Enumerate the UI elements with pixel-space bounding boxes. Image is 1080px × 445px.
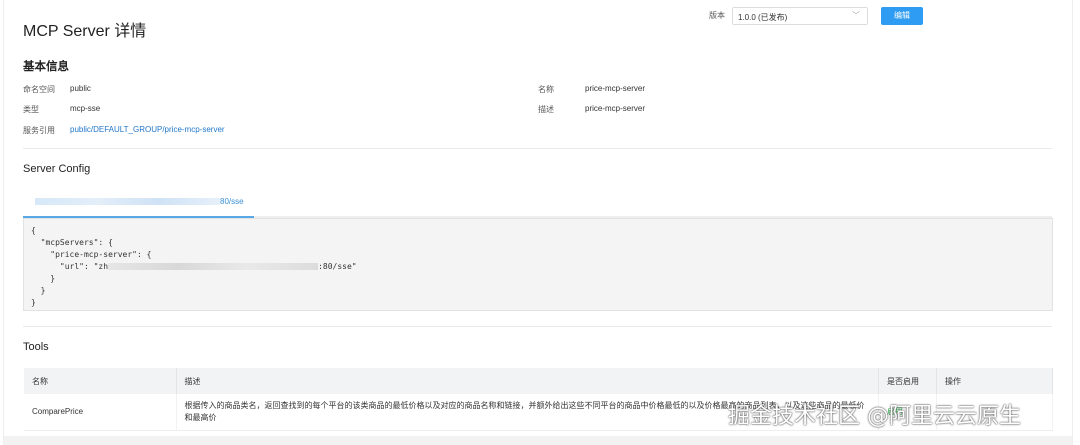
tab-sse-endpoint[interactable]: 80/sse (23, 190, 254, 218)
watermark: 掘金技术社区 @阿里云云原生 (728, 404, 1021, 429)
col-enabled: 是否启用 (878, 368, 937, 394)
config-code-block: { "mcpServers": { "price-mcp-server": { … (23, 218, 1053, 311)
divider (23, 326, 1052, 327)
namespace-value: public (70, 84, 91, 93)
service-ref-label: 服务引用 (23, 126, 55, 135)
name-label: 名称 (538, 85, 554, 94)
chevron-down-icon: ﹀ (852, 11, 860, 20)
col-name: 名称 (24, 368, 177, 394)
namespace-label: 命名空间 (23, 85, 55, 94)
col-description: 描述 (176, 368, 879, 394)
name-value: price-mcp-server (585, 84, 646, 93)
service-ref-link[interactable]: public/DEFAULT_GROUP/price-mcp-server (70, 125, 225, 134)
tool-name: ComparePrice (24, 394, 177, 431)
col-actions: 操作 (936, 368, 1053, 394)
type-value: mcp-sse (70, 104, 101, 113)
desc-label: 描述 (538, 105, 554, 114)
scrollbar[interactable] (1072, 0, 1080, 445)
version-select[interactable]: 1.0.0 (已发布) ﹀ (732, 7, 868, 25)
edit-button[interactable]: 编辑 (881, 7, 923, 25)
divider (23, 148, 1052, 149)
redacted-host (35, 198, 220, 206)
left-border (0, 0, 4, 445)
server-config-heading: Server Config (23, 163, 91, 175)
basic-info-heading: 基本信息 (23, 61, 69, 73)
page-title: MCP Server 详情 (23, 23, 147, 40)
redacted-url (108, 263, 319, 270)
footer-bar (4, 436, 1072, 445)
version-label: 版本 (709, 11, 725, 20)
type-label: 类型 (23, 105, 39, 114)
tools-heading: Tools (23, 341, 49, 353)
version-value: 1.0.0 (已发布) (738, 13, 788, 22)
desc-value: price-mcp-server (585, 104, 646, 113)
